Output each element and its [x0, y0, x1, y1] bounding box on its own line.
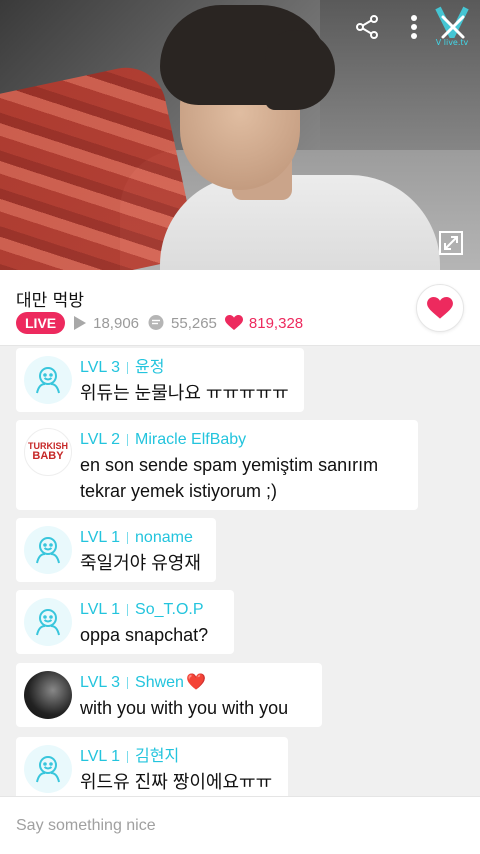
message-text: en son sende spam yemiştim sanırım [80, 455, 379, 475]
video-person-shirt [160, 175, 440, 270]
comment-composer [0, 796, 480, 854]
view-count: 18,906 [73, 315, 139, 332]
close-icon[interactable] [436, 10, 470, 44]
photo-avatar [24, 671, 72, 719]
more-options-icon[interactable] [404, 12, 424, 42]
broadcast-stats: LIVE 18,906 55,265 819,328 [16, 312, 303, 334]
user-level: LVL 3 [80, 674, 121, 691]
turkish-baby-avatar: TURKISH BABY [24, 428, 72, 476]
user-name[interactable]: 김현지 [135, 747, 179, 767]
user-name[interactable]: noname [135, 528, 193, 548]
chat-message: LVL 3 Shwen ❤️ with you with you with you [16, 663, 322, 727]
play-icon [74, 316, 87, 330]
chat-message: LVL 1 noname 죽일거야 유영재 [16, 518, 216, 582]
message-text: 죽일거야 유영재 [80, 553, 201, 573]
view-count-value: 18,906 [93, 314, 140, 332]
share-icon[interactable] [352, 12, 382, 42]
default-avatar-icon [24, 745, 72, 793]
user-name-heart: ❤️ [185, 674, 206, 691]
comment-input[interactable] [0, 797, 480, 854]
send-heart-button[interactable] [416, 284, 464, 332]
user-name[interactable]: 윤정 [135, 358, 164, 378]
chat-message: TURKISH BABY LVL 2 Miracle ElfBaby en son… [16, 420, 418, 510]
broadcast-title: 대만 먹방 [16, 291, 84, 311]
heart-count-value: 819,328 [248, 314, 304, 332]
default-avatar-icon [24, 356, 72, 404]
comment-count: 55,265 [147, 314, 217, 332]
user-level: LVL 2 [80, 431, 121, 448]
user-level: LVL 1 [80, 748, 121, 765]
heart-count: 819,328 [224, 314, 304, 332]
default-avatar-icon [24, 526, 72, 574]
user-name[interactable]: Miracle ElfBaby [135, 430, 246, 450]
fullscreen-icon[interactable] [438, 230, 464, 256]
vlive-screen: V live.tv 대만 먹방 LIVE 18,906 55,265 819,3… [0, 0, 480, 854]
broadcast-info: 대만 먹방 LIVE 18,906 55,265 819,328 [0, 270, 480, 346]
chat-bubble-icon [148, 315, 164, 330]
chat-message: LVL 3 윤정 위듀는 눈물나요 ㅠㅠㅠㅠㅠ [16, 348, 304, 412]
user-name[interactable]: So_T.O.P [135, 600, 203, 620]
live-video-player[interactable]: V live.tv [0, 0, 480, 270]
message-text: oppa snapchat? [80, 625, 209, 645]
heart-icon [427, 296, 453, 319]
message-text-line2: tekrar yemek istiyorum ;) [80, 481, 278, 501]
avatar-text: BABY [32, 450, 64, 462]
chat-message: LVL 1 So_T.O.P oppa snapchat? [16, 590, 234, 654]
user-level: LVL 3 [80, 359, 121, 376]
user-name[interactable]: Shwen [135, 673, 184, 693]
message-text: with you with you with you [80, 698, 289, 718]
message-text: 위듀는 눈물나요 ㅠㅠㅠㅠㅠ [80, 383, 289, 403]
live-badge: LIVE [16, 312, 66, 334]
user-level: LVL 1 [80, 529, 121, 546]
message-text: 위드유 진짜 짱이에요ㅠㅠ [80, 772, 273, 792]
heart-icon [224, 315, 243, 330]
user-level: LVL 1 [80, 601, 121, 618]
comment-count-value: 55,265 [171, 314, 217, 332]
chat-list[interactable]: LVL 3 윤정 위듀는 눈물나요 ㅠㅠㅠㅠㅠ TURKISH BABY LVL … [0, 346, 480, 796]
default-avatar-icon [24, 598, 72, 646]
chat-message: LVL 1 김현지 위드유 진짜 짱이에요ㅠㅠ [16, 737, 288, 796]
